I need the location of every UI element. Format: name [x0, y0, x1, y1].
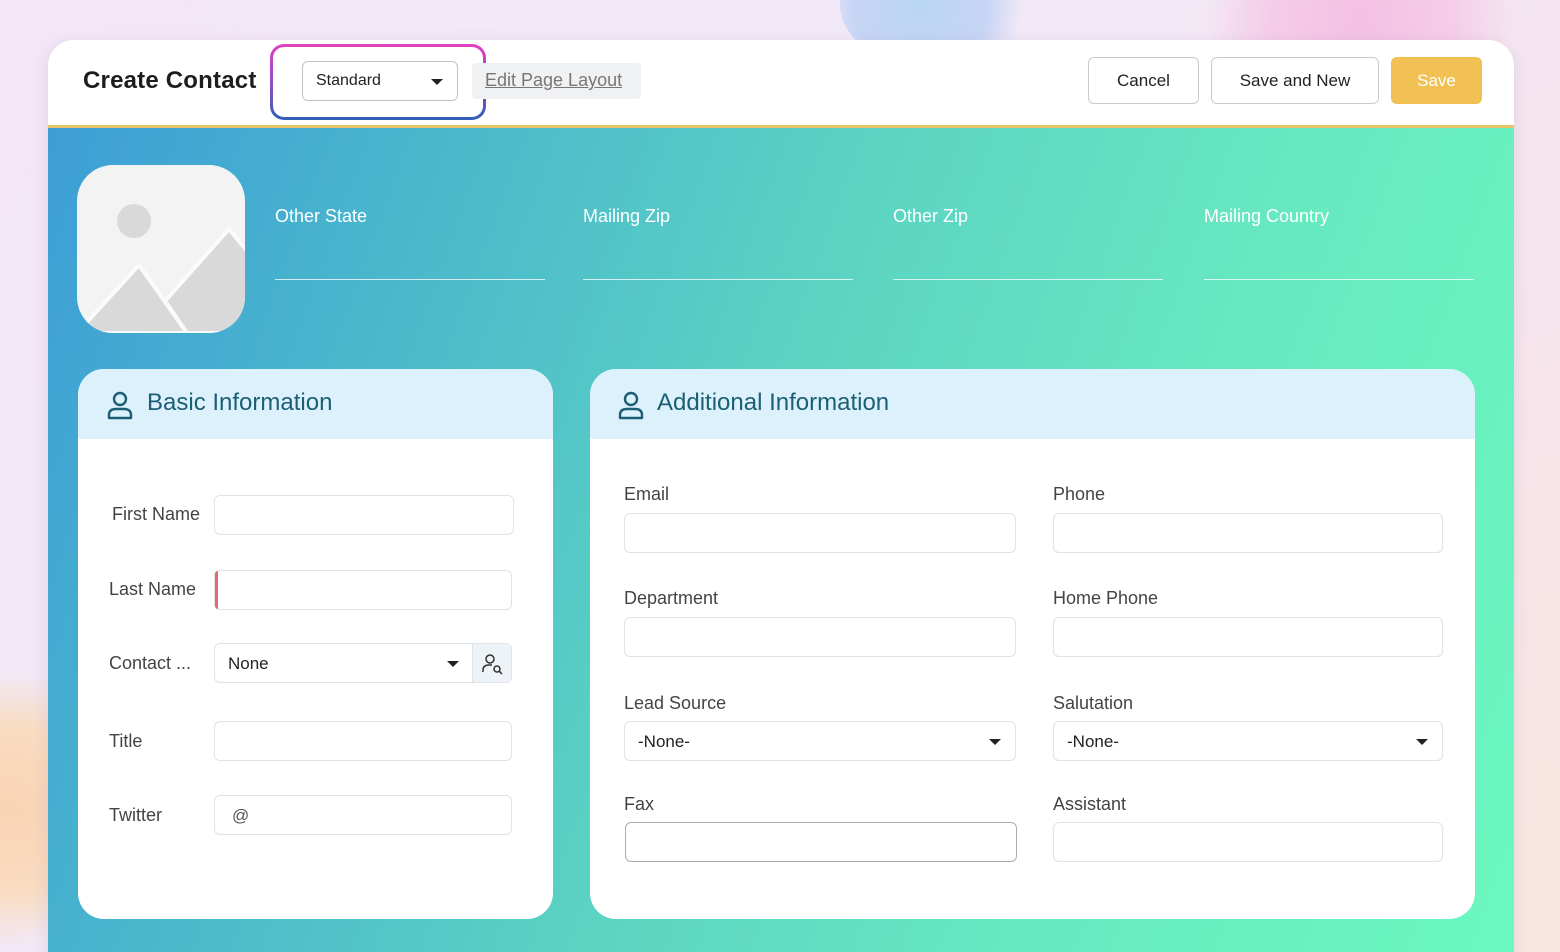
fax-input[interactable]	[625, 822, 1017, 862]
lead-source-label: Lead Source	[624, 693, 727, 713]
contact-owner-lookup-button[interactable]	[472, 644, 511, 682]
user-icon	[618, 391, 644, 420]
home-phone-input[interactable]	[1053, 617, 1443, 657]
caret-down-icon	[431, 79, 443, 85]
salutation-select[interactable]: -None-	[1053, 721, 1443, 761]
mailing-country-field[interactable]: Mailing Country	[1204, 206, 1474, 280]
user-icon	[107, 391, 133, 420]
mailing-zip-field[interactable]: Mailing Zip	[583, 206, 853, 280]
image-placeholder-icon	[77, 204, 245, 333]
additional-information-card: Additional Information Email Phone Depar…	[590, 369, 1475, 919]
phone-label: Phone	[1053, 484, 1106, 504]
other-state-label: Other State	[275, 206, 368, 226]
layout-select-value: Standard	[316, 72, 381, 89]
create-contact-window: Create Contact Standard Edit Page Layout…	[48, 40, 1514, 952]
email-input[interactable]	[624, 513, 1016, 553]
title-input[interactable]	[214, 721, 512, 761]
caret-down-icon	[447, 661, 459, 667]
layout-select[interactable]: Standard	[302, 61, 458, 101]
first-name-label: First Name	[112, 504, 201, 524]
additional-information-header: Additional Information	[590, 369, 1475, 439]
caret-down-icon	[989, 739, 1001, 745]
last-name-input[interactable]	[214, 570, 512, 610]
salutation-value: -None-	[1067, 732, 1119, 751]
basic-information-title: Basic Information	[147, 389, 333, 416]
assistant-input[interactable]	[1053, 822, 1443, 862]
field-underline	[583, 279, 853, 280]
first-name-input[interactable]	[214, 495, 514, 535]
contact-owner-value: None	[228, 654, 269, 673]
other-state-field[interactable]: Other State	[275, 206, 545, 280]
twitter-prefix: @	[232, 806, 250, 825]
header-bar: Create Contact Standard Edit Page Layout…	[48, 40, 1514, 128]
department-label: Department	[624, 588, 719, 608]
user-search-icon	[482, 654, 503, 675]
twitter-label: Twitter	[109, 805, 163, 825]
save-and-new-button[interactable]: Save and New	[1211, 57, 1379, 104]
cancel-button[interactable]: Cancel	[1088, 57, 1199, 104]
contact-owner-label: Contact ...	[109, 653, 192, 673]
field-underline	[1204, 279, 1474, 280]
lead-source-select[interactable]: -None-	[624, 721, 1016, 761]
basic-information-header: Basic Information	[78, 369, 553, 439]
caret-down-icon	[1416, 739, 1428, 745]
edit-page-layout-link[interactable]: Edit Page Layout	[485, 70, 622, 91]
fax-label: Fax	[624, 794, 655, 814]
lead-source-value: -None-	[638, 732, 690, 751]
mailing-country-label: Mailing Country	[1204, 206, 1330, 226]
home-phone-label: Home Phone	[1053, 588, 1159, 608]
required-indicator	[215, 571, 218, 609]
contact-owner-select[interactable]: None	[214, 643, 512, 683]
save-button[interactable]: Save	[1391, 57, 1482, 104]
twitter-input[interactable]: @	[214, 795, 512, 835]
assistant-label: Assistant	[1053, 794, 1127, 814]
field-underline	[275, 279, 545, 280]
phone-input[interactable]	[1053, 513, 1443, 553]
other-zip-field[interactable]: Other Zip	[893, 206, 1163, 280]
salutation-label: Salutation	[1053, 693, 1134, 713]
email-label: Email	[624, 484, 670, 504]
last-name-label: Last Name	[109, 579, 197, 599]
other-zip-label: Other Zip	[893, 206, 969, 226]
page-title: Create Contact	[83, 67, 257, 94]
mailing-zip-label: Mailing Zip	[583, 206, 671, 226]
department-input[interactable]	[624, 617, 1016, 657]
additional-information-title: Additional Information	[657, 389, 890, 416]
contact-photo-upload[interactable]	[77, 165, 245, 333]
field-underline	[893, 279, 1163, 280]
title-label: Title	[109, 731, 143, 751]
form-content: Other State Mailing Zip Other Zip Mailin…	[48, 128, 1514, 952]
basic-information-card: Basic Information First Name Last Name C…	[78, 369, 553, 919]
